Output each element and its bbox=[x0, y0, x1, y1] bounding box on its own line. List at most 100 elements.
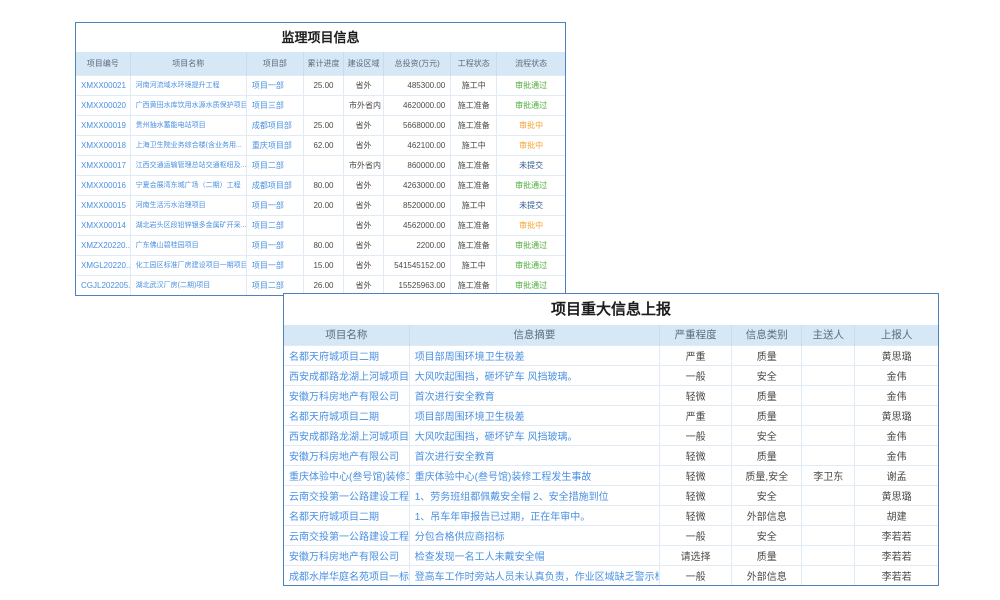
report-summary-cell[interactable]: 1、吊车年审报告已过期，正在年审中。 bbox=[409, 505, 659, 525]
report-project-cell[interactable]: 名都天府城项目二期 bbox=[284, 345, 409, 365]
supervision-investment-cell: 4263000.00 bbox=[384, 175, 451, 195]
supervision-name-cell[interactable]: 广西黄田水库饮用水源水质保护项目 bbox=[130, 95, 246, 115]
report-project-cell[interactable]: 成都水岸华庭名苑项目一标段 bbox=[284, 565, 409, 585]
supervision-name-cell[interactable]: 化工园区标准厂房建设项目一期项目 bbox=[130, 255, 246, 275]
report-severity-cell: 一般 bbox=[660, 565, 732, 585]
report-table-row: 名都天府城项目二期项目部周围环境卫生极差严重质量黄思璐 bbox=[284, 345, 938, 365]
supervision-name-cell[interactable]: 河南生活污水治理项目 bbox=[130, 195, 246, 215]
report-project-cell[interactable]: 云南交投第一公路建设工程 bbox=[284, 485, 409, 505]
report-summary-cell[interactable]: 项目部周围环境卫生极差 bbox=[409, 345, 659, 365]
report-summary-cell[interactable]: 大风吹起围挡，砸坏铲车 风挡玻璃。 bbox=[409, 365, 659, 385]
supervision-code-cell[interactable]: XMXX00021 bbox=[76, 75, 130, 95]
supervision-dept-cell[interactable]: 项目一部 bbox=[246, 75, 303, 95]
supervision-code-cell[interactable]: XMXX00017 bbox=[76, 155, 130, 175]
report-summary-cell[interactable]: 分包合格供应商招标 bbox=[409, 525, 659, 545]
supervision-name-cell[interactable]: 河南河流域水环境提升工程 bbox=[130, 75, 246, 95]
column-header: 流程状态 bbox=[497, 52, 565, 75]
report-table-row: 云南交投第一公路建设工程分包合格供应商招标一般安全李若若 bbox=[284, 525, 938, 545]
report-summary-cell[interactable]: 首次进行安全教育 bbox=[409, 445, 659, 465]
supervision-flow-cell: 未提交 bbox=[497, 155, 565, 175]
report-reporter-cell: 金伟 bbox=[855, 445, 938, 465]
supervision-investment-cell: 4620000.00 bbox=[384, 95, 451, 115]
supervision-table-body: XMXX00021河南河流域水环境提升工程项目一部25.00省外485300.0… bbox=[76, 75, 565, 295]
supervision-code-cell[interactable]: XMXX00014 bbox=[76, 215, 130, 235]
report-project-cell[interactable]: 名都天府城项目二期 bbox=[284, 405, 409, 425]
supervision-dept-cell[interactable]: 重庆项目部 bbox=[246, 135, 303, 155]
supervision-flow-cell: 审批通过 bbox=[497, 175, 565, 195]
supervision-dept-cell[interactable]: 项目二部 bbox=[246, 275, 303, 295]
report-reporter-cell: 谢孟 bbox=[855, 465, 938, 485]
report-category-cell: 安全 bbox=[732, 525, 802, 545]
report-project-cell[interactable]: 安徽万科房地产有限公司 bbox=[284, 385, 409, 405]
report-project-cell[interactable]: 安徽万科房地产有限公司 bbox=[284, 545, 409, 565]
supervision-dept-cell[interactable]: 项目二部 bbox=[246, 155, 303, 175]
report-severity-cell: 轻微 bbox=[660, 465, 732, 485]
report-table-row: 西安成都路龙湖上河城项目大风吹起围挡，砸坏铲车 风挡玻璃。一般安全金伟 bbox=[284, 425, 938, 445]
supervision-dept-cell[interactable]: 项目二部 bbox=[246, 215, 303, 235]
report-severity-cell: 一般 bbox=[660, 425, 732, 445]
report-project-cell[interactable]: 重庆体验中心(叁号馆)装修工程 bbox=[284, 465, 409, 485]
supervision-table-row: CGJL202205...湖北武汉厂房(二期)项目项目二部26.00省外1552… bbox=[76, 275, 565, 295]
report-summary-cell[interactable]: 重庆体验中心(叁号馆)装修工程发生事故 bbox=[409, 465, 659, 485]
supervision-code-cell[interactable]: XMXX00015 bbox=[76, 195, 130, 215]
supervision-region-cell: 省外 bbox=[344, 255, 384, 275]
supervision-code-cell[interactable]: XMXX00020 bbox=[76, 95, 130, 115]
report-category-cell: 安全 bbox=[732, 485, 802, 505]
supervision-header-row: 项目编号项目名称项目部累计进度建设区域总投资(万元)工程状态流程状态 bbox=[76, 52, 565, 75]
supervision-name-cell[interactable]: 湖北武汉厂房(二期)项目 bbox=[130, 275, 246, 295]
report-project-cell[interactable]: 西安成都路龙湖上河城项目 bbox=[284, 425, 409, 445]
supervision-name-cell[interactable]: 宁夏会展湾东城广场（二期）工程 bbox=[130, 175, 246, 195]
report-severity-cell: 严重 bbox=[660, 405, 732, 425]
report-recipient-cell bbox=[802, 525, 855, 545]
report-summary-cell[interactable]: 检查发现一名工人未戴安全帽 bbox=[409, 545, 659, 565]
report-project-cell[interactable]: 西安成都路龙湖上河城项目 bbox=[284, 365, 409, 385]
report-category-cell: 质量,安全 bbox=[732, 465, 802, 485]
supervision-dept-cell[interactable]: 项目一部 bbox=[246, 235, 303, 255]
supervision-name-cell[interactable]: 湖北岩头区段铅锌银多金属矿开采... bbox=[130, 215, 246, 235]
supervision-region-cell: 省外 bbox=[344, 195, 384, 215]
supervision-region-cell: 省外 bbox=[344, 75, 384, 95]
report-summary-cell[interactable]: 登高车工作时旁站人员未认真负责，作业区域缺乏警示标 bbox=[409, 565, 659, 585]
report-category-cell: 外部信息 bbox=[732, 505, 802, 525]
supervision-status-cell: 施工准备 bbox=[451, 115, 497, 135]
supervision-dept-cell[interactable]: 项目一部 bbox=[246, 195, 303, 215]
supervision-code-cell[interactable]: XMGL20220... bbox=[76, 255, 130, 275]
supervision-name-cell[interactable]: 贵州抽水蓄能电站项目 bbox=[130, 115, 246, 135]
supervision-region-cell: 市外省内 bbox=[344, 155, 384, 175]
column-header: 总投资(万元) bbox=[384, 52, 451, 75]
supervision-code-cell[interactable]: XMXX00019 bbox=[76, 115, 130, 135]
supervision-progress-cell: 26.00 bbox=[303, 275, 343, 295]
report-project-cell[interactable]: 名都天府城项目二期 bbox=[284, 505, 409, 525]
report-summary-cell[interactable]: 1、劳务班组都佩戴安全帽 2、安全措施到位 bbox=[409, 485, 659, 505]
report-severity-cell: 请选择 bbox=[660, 545, 732, 565]
supervision-code-cell[interactable]: XMXX00016 bbox=[76, 175, 130, 195]
supervision-dept-cell[interactable]: 项目一部 bbox=[246, 255, 303, 275]
supervision-investment-cell: 462100.00 bbox=[384, 135, 451, 155]
supervision-code-cell[interactable]: CGJL202205... bbox=[76, 275, 130, 295]
supervision-table-row: XMXX00015河南生活污水治理项目项目一部20.00省外8520000.00… bbox=[76, 195, 565, 215]
major-info-report-panel: 项目重大信息上报 项目名称信息摘要严重程度信息类别主送人上报人 名都天府城项目二… bbox=[283, 293, 939, 586]
supervision-name-cell[interactable]: 广东佛山碧桂园项目 bbox=[130, 235, 246, 255]
supervision-name-cell[interactable]: 上海卫生院业务综合楼(含业务用... bbox=[130, 135, 246, 155]
report-reporter-cell: 金伟 bbox=[855, 425, 938, 445]
report-table-row: 成都水岸华庭名苑项目一标段登高车工作时旁站人员未认真负责，作业区域缺乏警示标一般… bbox=[284, 565, 938, 585]
supervision-table-row: XMXX00019贵州抽水蓄能电站项目成都项目部25.00省外5668000.0… bbox=[76, 115, 565, 135]
supervision-dept-cell[interactable]: 成都项目部 bbox=[246, 175, 303, 195]
supervision-code-cell[interactable]: XMXX00018 bbox=[76, 135, 130, 155]
report-severity-cell: 轻微 bbox=[660, 385, 732, 405]
report-project-cell[interactable]: 安徽万科房地产有限公司 bbox=[284, 445, 409, 465]
supervision-code-cell[interactable]: XMZX20220... bbox=[76, 235, 130, 255]
report-summary-cell[interactable]: 项目部周围环境卫生极差 bbox=[409, 405, 659, 425]
column-header: 项目名称 bbox=[284, 325, 409, 345]
supervision-progress-cell: 20.00 bbox=[303, 195, 343, 215]
report-recipient-cell bbox=[802, 485, 855, 505]
report-project-cell[interactable]: 云南交投第一公路建设工程 bbox=[284, 525, 409, 545]
supervision-name-cell[interactable]: 江西交通运输管理总站交通枢纽及... bbox=[130, 155, 246, 175]
column-header: 严重程度 bbox=[660, 325, 732, 345]
report-summary-cell[interactable]: 大风吹起围挡，砸坏铲车 风挡玻璃。 bbox=[409, 425, 659, 445]
report-category-cell: 质量 bbox=[732, 545, 802, 565]
supervision-dept-cell[interactable]: 项目三部 bbox=[246, 95, 303, 115]
supervision-flow-cell: 未提交 bbox=[497, 195, 565, 215]
supervision-dept-cell[interactable]: 成都项目部 bbox=[246, 115, 303, 135]
report-summary-cell[interactable]: 首次进行安全教育 bbox=[409, 385, 659, 405]
